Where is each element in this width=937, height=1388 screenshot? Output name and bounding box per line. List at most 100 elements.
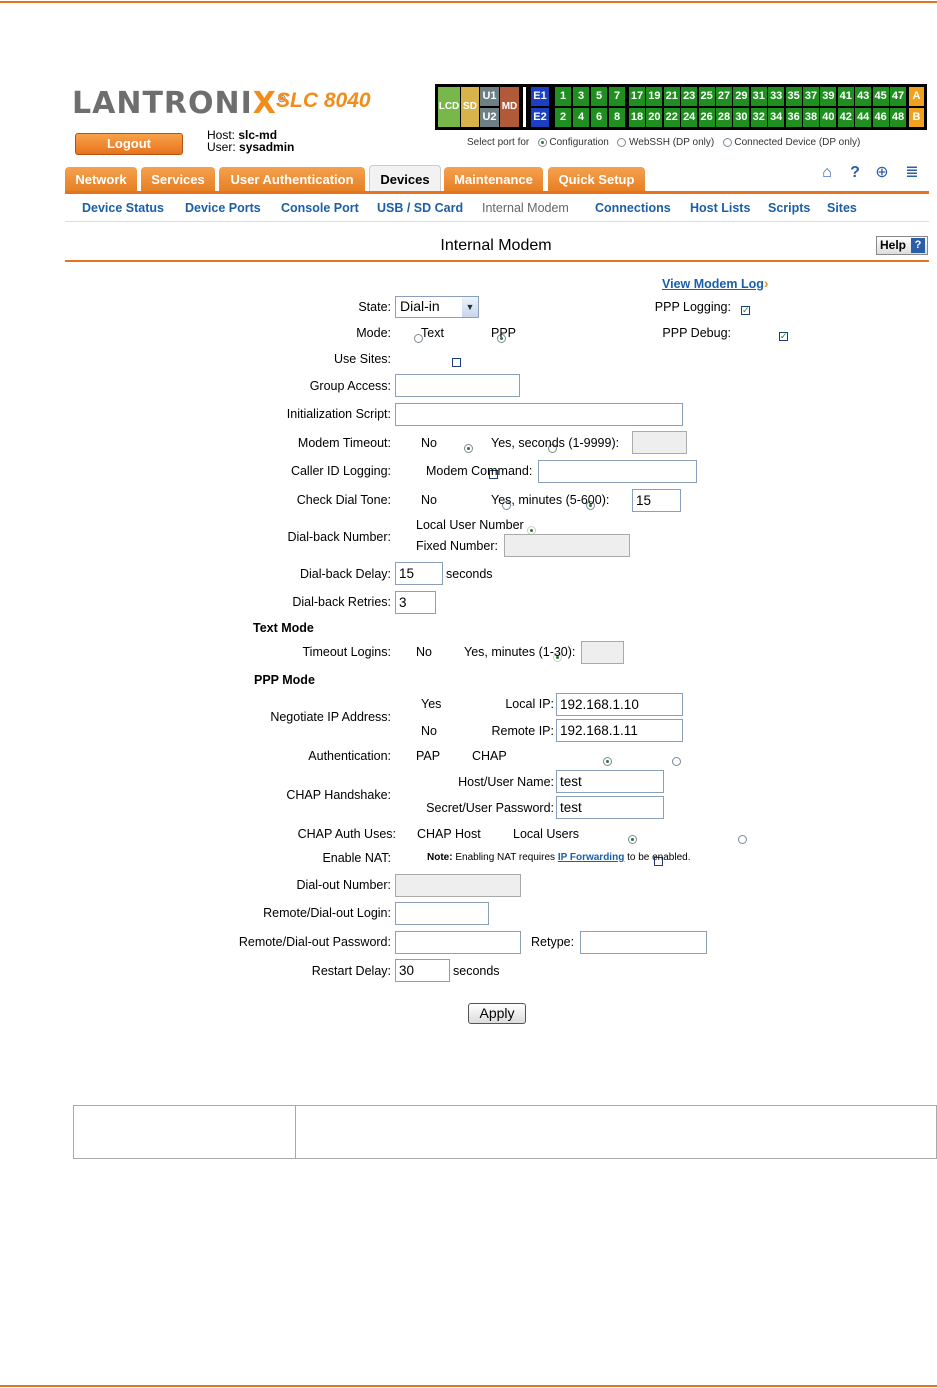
ip-forwarding-link[interactable]: IP Forwarding xyxy=(558,852,625,863)
port-42[interactable]: 42 xyxy=(837,108,854,127)
a-port[interactable]: A xyxy=(909,87,924,106)
network-map-icon[interactable]: ⊕ xyxy=(872,164,892,182)
port-7[interactable]: 7 xyxy=(609,87,625,106)
restart-delay-input[interactable]: 30 xyxy=(395,959,450,982)
port-31[interactable]: 31 xyxy=(750,87,767,106)
e2-port[interactable]: E2 xyxy=(531,108,549,127)
tab-user-authentication[interactable]: User Authentication xyxy=(219,167,365,192)
dialback-delay-input[interactable]: 15 xyxy=(395,562,443,585)
port-1[interactable]: 1 xyxy=(555,87,571,106)
port-34[interactable]: 34 xyxy=(768,108,785,127)
subnav-device-ports[interactable]: Device Ports xyxy=(185,201,261,215)
port-3[interactable]: 3 xyxy=(573,87,589,106)
port-36[interactable]: 36 xyxy=(785,108,802,127)
webssh-radio[interactable] xyxy=(617,137,627,147)
subnav-sites[interactable]: Sites xyxy=(827,201,857,215)
remote-ip-input[interactable]: 192.168.1.11 xyxy=(556,719,683,742)
tab-maintenance[interactable]: Maintenance xyxy=(444,167,543,192)
port-41[interactable]: 41 xyxy=(837,87,854,106)
port-44[interactable]: 44 xyxy=(855,108,872,127)
subnav-usb-sd-card[interactable]: USB / SD Card xyxy=(377,201,463,215)
port-25[interactable]: 25 xyxy=(698,87,715,106)
subnav-device-status[interactable]: Device Status xyxy=(82,201,164,215)
port-17[interactable]: 17 xyxy=(629,87,645,106)
group-access-input[interactable] xyxy=(395,374,520,397)
ppp-logging-checkbox[interactable]: ✓ xyxy=(741,306,750,316)
dial-tone-minutes-input[interactable]: 15 xyxy=(632,489,681,512)
tab-quick-setup[interactable]: Quick Setup xyxy=(548,167,645,192)
port-45[interactable]: 45 xyxy=(872,87,889,106)
connected-device-radio[interactable] xyxy=(722,137,732,147)
port-22[interactable]: 22 xyxy=(663,108,680,127)
help-button[interactable]: Help ? xyxy=(876,236,928,255)
port-30[interactable]: 30 xyxy=(733,108,750,127)
port-48[interactable]: 48 xyxy=(890,108,906,127)
port-47[interactable]: 47 xyxy=(890,87,906,106)
log-icon[interactable]: ≣ xyxy=(902,164,922,182)
port-21[interactable]: 21 xyxy=(663,87,680,106)
port-6[interactable]: 6 xyxy=(591,108,607,127)
local-ip-input[interactable]: 192.168.1.10 xyxy=(556,693,683,716)
subnav-console-port[interactable]: Console Port xyxy=(281,201,359,215)
b-port[interactable]: B xyxy=(909,108,924,127)
port-37[interactable]: 37 xyxy=(803,87,819,106)
port-4[interactable]: 4 xyxy=(573,108,589,127)
e1-port[interactable]: E1 xyxy=(531,87,549,106)
view-modem-log-text[interactable]: View Modem Log xyxy=(662,277,764,291)
use-sites-checkbox[interactable] xyxy=(451,358,461,368)
port-8[interactable]: 8 xyxy=(609,108,625,127)
port-32[interactable]: 32 xyxy=(750,108,767,127)
tab-devices[interactable]: Devices xyxy=(369,165,441,193)
port-19[interactable]: 19 xyxy=(646,87,663,106)
remote-login-input[interactable] xyxy=(395,902,489,925)
port-39[interactable]: 39 xyxy=(820,87,837,106)
dialback-retries-input[interactable]: 3 xyxy=(395,591,436,614)
u2-port[interactable]: U2 xyxy=(480,108,499,127)
retype-password-input[interactable] xyxy=(580,931,707,954)
modem-timeout-no-radio[interactable] xyxy=(464,444,474,454)
apply-button[interactable]: Apply xyxy=(468,1003,526,1024)
u1-port[interactable]: U1 xyxy=(480,87,499,106)
port-40[interactable]: 40 xyxy=(820,108,837,127)
port-24[interactable]: 24 xyxy=(681,108,698,127)
sd-port[interactable]: SD xyxy=(461,87,479,127)
md-port[interactable]: MD xyxy=(500,87,519,127)
port-43[interactable]: 43 xyxy=(855,87,872,106)
chap-host-radio[interactable] xyxy=(628,835,638,845)
configuration-radio[interactable] xyxy=(537,137,547,147)
host-user-name-input[interactable]: test xyxy=(556,770,664,793)
port-29[interactable]: 29 xyxy=(733,87,750,106)
subnav-internal-modem[interactable]: Internal Modem xyxy=(482,201,569,215)
init-script-input[interactable] xyxy=(395,403,683,426)
port-27[interactable]: 27 xyxy=(716,87,732,106)
tab-network[interactable]: Network xyxy=(65,167,137,192)
local-users-radio[interactable] xyxy=(737,835,747,845)
subnav-scripts[interactable]: Scripts xyxy=(768,201,810,215)
view-modem-log-link[interactable]: View Modem Log› xyxy=(662,275,769,291)
ppp-debug-checkbox[interactable]: ✓ xyxy=(778,332,788,342)
port-2[interactable]: 2 xyxy=(555,108,571,127)
tab-services[interactable]: Services xyxy=(141,167,215,192)
state-select[interactable]: Dial-in ▼ xyxy=(395,296,479,318)
subnav-host-lists[interactable]: Host Lists xyxy=(690,201,750,215)
port-20[interactable]: 20 xyxy=(646,108,663,127)
remote-password-input[interactable] xyxy=(395,931,521,954)
timeout-logins-minutes-input[interactable] xyxy=(581,641,624,664)
lcd-port[interactable]: LCD xyxy=(438,87,460,127)
port-46[interactable]: 46 xyxy=(872,108,889,127)
modem-command-input[interactable] xyxy=(538,460,697,483)
port-35[interactable]: 35 xyxy=(785,87,802,106)
port-26[interactable]: 26 xyxy=(698,108,715,127)
port-5[interactable]: 5 xyxy=(591,87,607,106)
port-33[interactable]: 33 xyxy=(768,87,785,106)
logout-button[interactable]: Logout xyxy=(75,133,183,155)
auth-pap-radio[interactable] xyxy=(603,757,612,767)
dialout-number-input[interactable] xyxy=(395,874,521,897)
subnav-connections[interactable]: Connections xyxy=(595,201,671,215)
modem-timeout-seconds-input[interactable] xyxy=(632,431,687,454)
port-28[interactable]: 28 xyxy=(716,108,732,127)
secret-password-input[interactable]: test xyxy=(556,796,664,819)
auth-chap-radio[interactable] xyxy=(671,757,681,767)
help-icon[interactable]: ? xyxy=(845,164,865,182)
port-38[interactable]: 38 xyxy=(803,108,819,127)
